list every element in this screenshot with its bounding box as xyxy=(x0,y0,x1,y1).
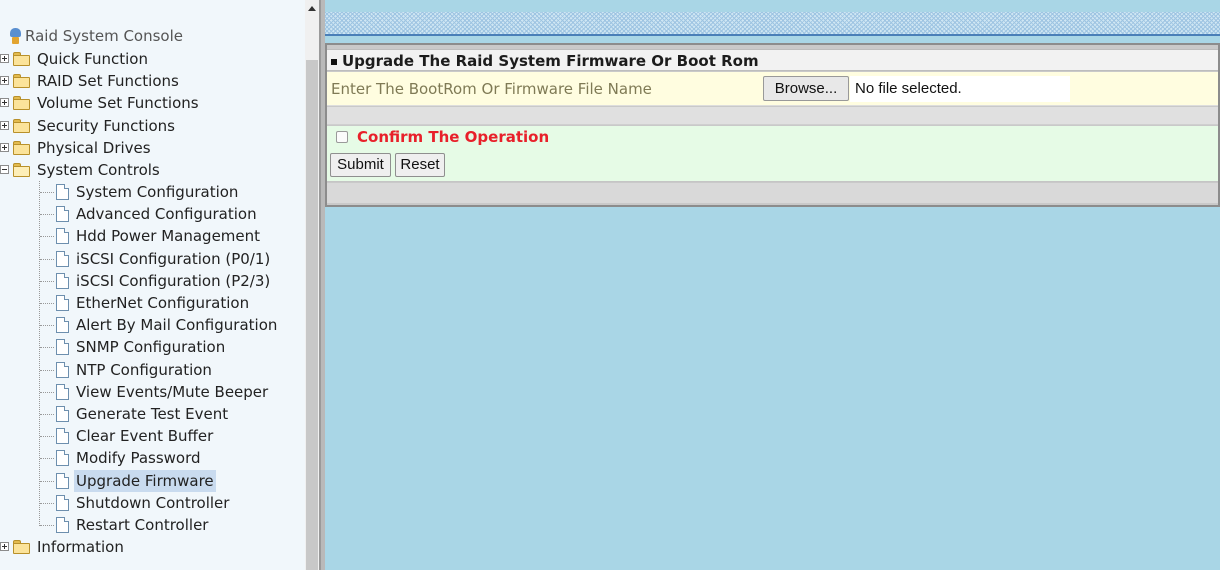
page-icon xyxy=(56,295,69,311)
tree-item-label: Advanced Configuration xyxy=(76,205,257,223)
tree-connector xyxy=(40,259,54,260)
browse-button[interactable]: Browse... xyxy=(763,76,849,101)
navigation-tree: Raid System Console Quick Function RAID … xyxy=(0,0,305,570)
tree-item-label: View Events/Mute Beeper xyxy=(76,383,269,401)
tree-connector xyxy=(40,370,54,371)
tree-item-label: System Controls xyxy=(37,161,160,179)
page-icon xyxy=(56,473,69,489)
upgrade-firmware-panel: Upgrade The Raid System Firmware Or Boot… xyxy=(325,43,1220,207)
panel-header: Upgrade The Raid System Firmware Or Boot… xyxy=(327,49,1218,71)
page-icon xyxy=(56,428,69,444)
tree-connector xyxy=(40,392,54,393)
folder-icon xyxy=(13,96,31,110)
spacer-row xyxy=(327,107,1218,125)
expand-plus-icon[interactable] xyxy=(0,121,9,130)
tree-connector xyxy=(40,525,54,526)
folder-icon xyxy=(13,141,31,155)
raid-console-icon xyxy=(9,28,22,44)
page-icon xyxy=(56,406,69,422)
folder-icon xyxy=(13,74,31,88)
tree-item-label: EtherNet Configuration xyxy=(76,294,250,312)
folder-icon xyxy=(13,119,31,133)
page-icon xyxy=(56,362,69,378)
page-icon xyxy=(56,339,69,355)
tree-connector xyxy=(40,303,54,304)
expand-plus-icon[interactable] xyxy=(0,98,9,107)
page-icon xyxy=(56,317,69,333)
page-icon xyxy=(56,517,69,533)
panel-title: Upgrade The Raid System Firmware Or Boot… xyxy=(342,52,759,70)
confirm-checkbox[interactable] xyxy=(336,131,348,143)
tree-item-label: iSCSI Configuration (P0/1) xyxy=(76,250,271,268)
tree-item-label: Hdd Power Management xyxy=(76,227,261,245)
folder-icon xyxy=(13,52,31,66)
tree-item-label: Upgrade Firmware xyxy=(74,470,216,492)
content-area: Upgrade The Raid System Firmware Or Boot… xyxy=(325,0,1220,570)
scrollbar-thumb[interactable] xyxy=(306,60,318,570)
tree-item-label: iSCSI Configuration (P2/3) xyxy=(76,272,271,290)
tree-connector-line xyxy=(39,181,40,526)
page-icon xyxy=(56,228,69,244)
tree-item-label: Security Functions xyxy=(37,117,175,135)
tree-scrollbar[interactable] xyxy=(305,0,319,570)
page-icon xyxy=(56,206,69,222)
tree-item-label: Quick Function xyxy=(37,50,148,68)
page-icon xyxy=(56,184,69,200)
tree-connector xyxy=(40,414,54,415)
tree-item-label: RAID Set Functions xyxy=(37,72,179,90)
tree-connector xyxy=(40,192,54,193)
page-icon xyxy=(56,384,69,400)
page-icon xyxy=(56,450,69,466)
tree-item-label: Clear Event Buffer xyxy=(76,427,214,445)
expand-plus-icon[interactable] xyxy=(0,143,9,152)
tree-connector xyxy=(40,503,54,504)
expand-plus-icon[interactable] xyxy=(0,76,9,85)
tree-root-label[interactable]: Raid System Console xyxy=(25,27,183,45)
bullet-icon xyxy=(331,58,337,65)
tree-item-label: SNMP Configuration xyxy=(76,338,226,356)
tree-item-label: Generate Test Event xyxy=(76,405,229,423)
tree-connector xyxy=(40,436,54,437)
tree-item-label: Physical Drives xyxy=(37,139,151,157)
page-icon xyxy=(56,495,69,511)
file-row: Enter The BootRom Or Firmware File Name … xyxy=(327,72,1218,106)
reset-button[interactable]: Reset xyxy=(395,153,445,177)
collapse-minus-icon[interactable] xyxy=(0,165,9,174)
tree-connector xyxy=(40,236,54,237)
tree-connector xyxy=(40,325,54,326)
tree-item-label: System Configuration xyxy=(76,183,239,201)
page-icon xyxy=(56,273,69,289)
tree-item-label: Restart Controller xyxy=(76,516,209,534)
file-status-text: No file selected. xyxy=(850,76,1070,102)
scroll-up-arrow-icon[interactable] xyxy=(308,6,316,11)
tree-item-label: NTP Configuration xyxy=(76,361,212,379)
tree-connector xyxy=(40,214,54,215)
tree-connector xyxy=(40,281,54,282)
tree-item-label: Alert By Mail Configuration xyxy=(76,316,278,334)
header-pattern-strip xyxy=(325,12,1220,36)
file-name-label: Enter The BootRom Or Firmware File Name xyxy=(331,80,652,98)
confirm-row: Confirm The Operation xyxy=(327,126,1218,148)
expand-plus-icon[interactable] xyxy=(0,54,9,63)
open-folder-icon xyxy=(13,163,31,177)
confirm-operation-label[interactable]: Confirm The Operation xyxy=(357,126,549,148)
tree-connector xyxy=(40,347,54,348)
tree-item-label: Shutdown Controller xyxy=(76,494,230,512)
tree-item-label: Modify Password xyxy=(76,449,201,467)
folder-icon xyxy=(13,540,31,554)
tree-connector xyxy=(40,481,54,482)
submit-button[interactable]: Submit xyxy=(330,153,391,177)
tree-item-label: Information xyxy=(37,538,124,556)
tree-item-label: Volume Set Functions xyxy=(37,94,199,112)
tree-connector xyxy=(40,458,54,459)
expand-plus-icon[interactable] xyxy=(0,542,9,551)
panel-footer xyxy=(327,183,1218,203)
page-icon xyxy=(56,251,69,267)
button-row: Submit Reset xyxy=(327,148,1218,182)
